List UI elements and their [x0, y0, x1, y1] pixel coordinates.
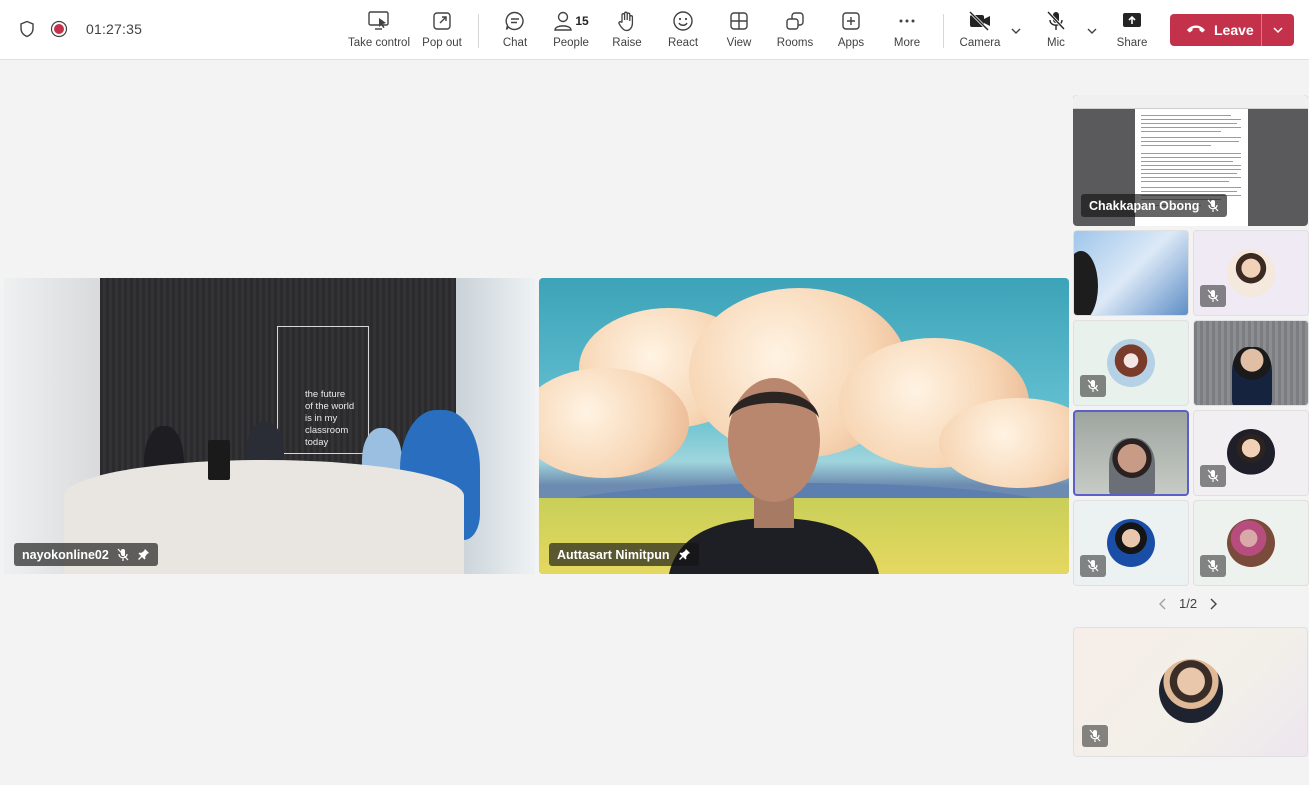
pin-icon	[137, 548, 150, 561]
recording-icon[interactable]	[50, 20, 68, 38]
pop-out-button[interactable]: Pop out	[422, 8, 462, 54]
meeting-timer: 01:27:35	[86, 21, 143, 37]
video-tile-auttasart-nimitpun[interactable]: Auttasart Nimitpun	[539, 278, 1069, 574]
participant-avatar	[1227, 519, 1275, 567]
mic-off-icon	[1080, 555, 1106, 577]
participant-video-tile[interactable]	[1193, 230, 1309, 316]
share-screen-icon	[1121, 8, 1143, 34]
mic-off-icon	[1045, 8, 1067, 34]
mic-off-icon	[1200, 465, 1226, 487]
participant-figure	[1109, 438, 1155, 494]
chat-button[interactable]: Chat	[500, 8, 530, 54]
toolbar-divider	[943, 14, 944, 48]
shield-icon[interactable]	[18, 20, 36, 38]
meeting-status: 01:27:35	[18, 20, 142, 38]
raise-hand-button[interactable]: Raise	[612, 8, 642, 54]
participant-video-tile[interactable]	[1073, 500, 1189, 586]
raise-hand-icon	[616, 8, 638, 34]
participant-figure	[1232, 347, 1272, 405]
mic-off-icon	[1207, 199, 1219, 213]
screen-share-tile[interactable]: Chakkapan Obong	[1073, 95, 1308, 226]
meeting-toolbar: 01:27:35 Take control Pop out Chat 15 Pe…	[0, 0, 1309, 60]
leave-button[interactable]: Leave	[1170, 14, 1294, 46]
add-app-icon	[840, 8, 862, 34]
breakout-rooms-icon	[784, 8, 806, 34]
gallery-pager: 1/2	[1157, 596, 1219, 611]
page-indicator: 1/2	[1179, 596, 1198, 611]
participant-video-tile[interactable]	[1073, 320, 1189, 406]
participant-avatar	[1227, 249, 1275, 297]
chat-icon	[504, 8, 526, 34]
pin-icon	[678, 548, 691, 561]
monitor	[208, 440, 230, 480]
people-button[interactable]: 15 People	[552, 8, 590, 54]
participant-avatar	[1107, 519, 1155, 567]
leave-options-chevron-icon[interactable]	[1262, 14, 1294, 46]
more-dots-icon	[896, 8, 918, 34]
participant-avatar	[1107, 339, 1155, 387]
apps-button[interactable]: Apps	[836, 8, 866, 54]
participant-name-chip: nayokonline02	[14, 543, 158, 566]
grid-view-icon	[728, 8, 750, 34]
next-page-icon[interactable]	[1207, 597, 1219, 611]
participant-avatar	[1159, 659, 1223, 723]
people-icon	[553, 10, 573, 32]
mic-options-chevron-icon[interactable]	[1086, 24, 1098, 42]
smiley-icon	[672, 8, 694, 34]
previous-page-icon[interactable]	[1157, 597, 1169, 611]
mic-button[interactable]: Mic	[1042, 8, 1070, 54]
camera-off-icon	[968, 8, 992, 34]
view-button[interactable]: View	[724, 8, 754, 54]
more-button[interactable]: More	[892, 8, 922, 54]
self-view-tile[interactable]	[1073, 627, 1308, 757]
take-control-icon	[367, 8, 391, 34]
participant-avatar	[1227, 429, 1275, 477]
camera-options-chevron-icon[interactable]	[1010, 24, 1022, 42]
participant-video-tile[interactable]	[1073, 230, 1189, 316]
mic-off-icon	[1200, 285, 1226, 307]
participant-video-tile[interactable]	[1193, 500, 1309, 586]
mic-off-icon	[117, 548, 129, 562]
take-control-button[interactable]: Take control	[348, 8, 410, 54]
participant-video-tile[interactable]	[1193, 320, 1309, 406]
share-button[interactable]: Share	[1116, 8, 1148, 54]
wall-poster-text: the future of the world is in my classro…	[305, 389, 355, 448]
participant-video-tile[interactable]	[1073, 410, 1189, 496]
pop-out-icon	[431, 8, 453, 34]
mic-off-icon	[1080, 375, 1106, 397]
participant-name-chip: Chakkapan Obong	[1081, 194, 1228, 217]
hang-up-icon	[1186, 22, 1206, 38]
rooms-button[interactable]: Rooms	[777, 8, 813, 54]
participant-name-chip: Auttasart Nimitpun	[549, 543, 699, 566]
participant-figure	[1074, 251, 1098, 315]
toolbar-divider	[478, 14, 479, 48]
participant-video-tile[interactable]	[1193, 410, 1309, 496]
react-button[interactable]: React	[668, 8, 698, 54]
mic-off-icon	[1082, 725, 1108, 747]
people-count: 15	[575, 14, 589, 28]
video-tile-nayokonline02[interactable]: the future of the world is in my classro…	[4, 278, 535, 574]
mic-off-icon	[1200, 555, 1226, 577]
camera-button[interactable]: Camera	[960, 8, 1000, 54]
